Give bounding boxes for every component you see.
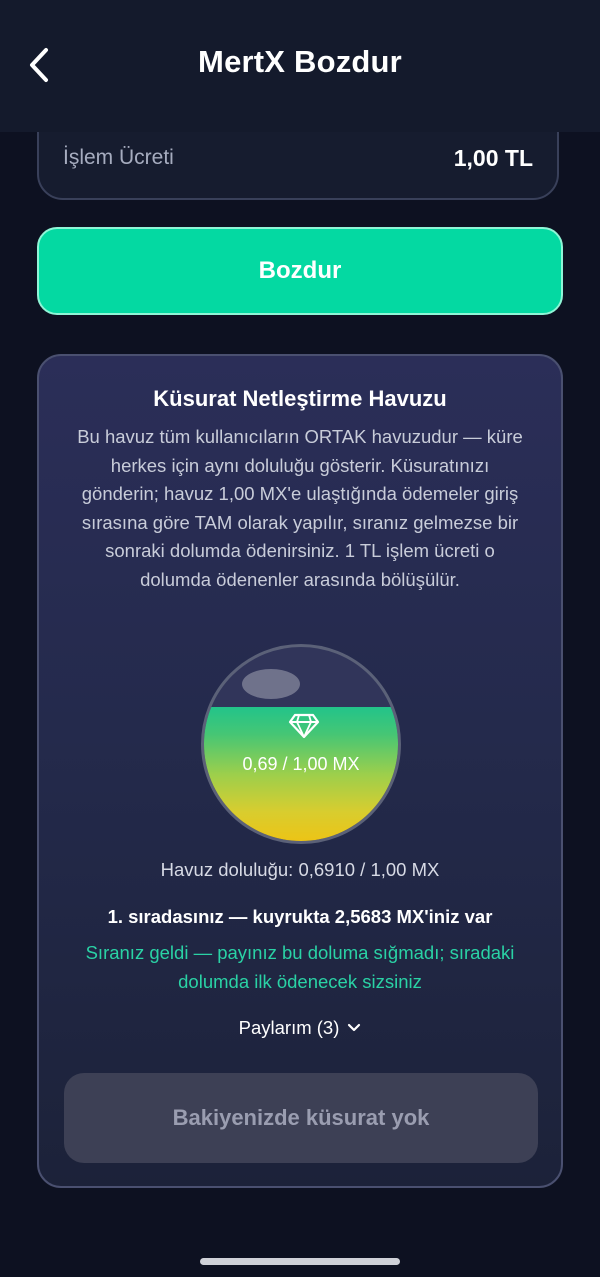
- pool-fill-text: Havuz doluluğu: 0,6910 / 1,00 MX: [160, 859, 440, 880]
- sphere-body: 0,69 / 1,00 MX: [201, 644, 401, 844]
- pool-card: Küsurat Netleştirme Havuzu Bu havuz tüm …: [37, 354, 563, 1188]
- my-shares-label: Paylarım (3): [238, 1017, 340, 1038]
- no-fraction-button[interactable]: Bakiyenizde küsurat yok: [64, 1073, 538, 1163]
- top-bar: MertX Bozdur: [0, 0, 600, 132]
- page-title: MertX Bozdur: [198, 44, 402, 79]
- screen: MertX Bozdur İşlem Ücreti 1,00 TL Bozdur…: [0, 0, 600, 1277]
- sphere-highlight: [242, 669, 300, 699]
- pool-sphere: 0,69 / 1,00 MX: [201, 644, 401, 844]
- fee-label: İşlem Ücreti: [63, 146, 174, 169]
- bozdur-button[interactable]: Bozdur: [37, 227, 563, 315]
- diamond-icon: [288, 713, 320, 739]
- home-indicator[interactable]: [200, 1258, 400, 1265]
- queue-position-text: 1. sıradasınız — kuyrukta 2,5683 MX'iniz…: [107, 906, 493, 927]
- pool-title: Küsurat Netleştirme Havuzu: [153, 386, 447, 411]
- fee-value: 1,00 TL: [453, 145, 533, 171]
- queue-status-text: Sıranız geldi — payınız bu doluma sığmad…: [85, 942, 515, 992]
- sphere-value-label: 0,69 / 1,00 MX: [242, 754, 360, 774]
- my-shares-toggle[interactable]: Paylarım (3): [39, 1017, 561, 1039]
- pool-description: Bu havuz tüm kullanıcıların ORTAK havuzu…: [77, 426, 523, 590]
- chevron-down-icon: [348, 1023, 361, 1031]
